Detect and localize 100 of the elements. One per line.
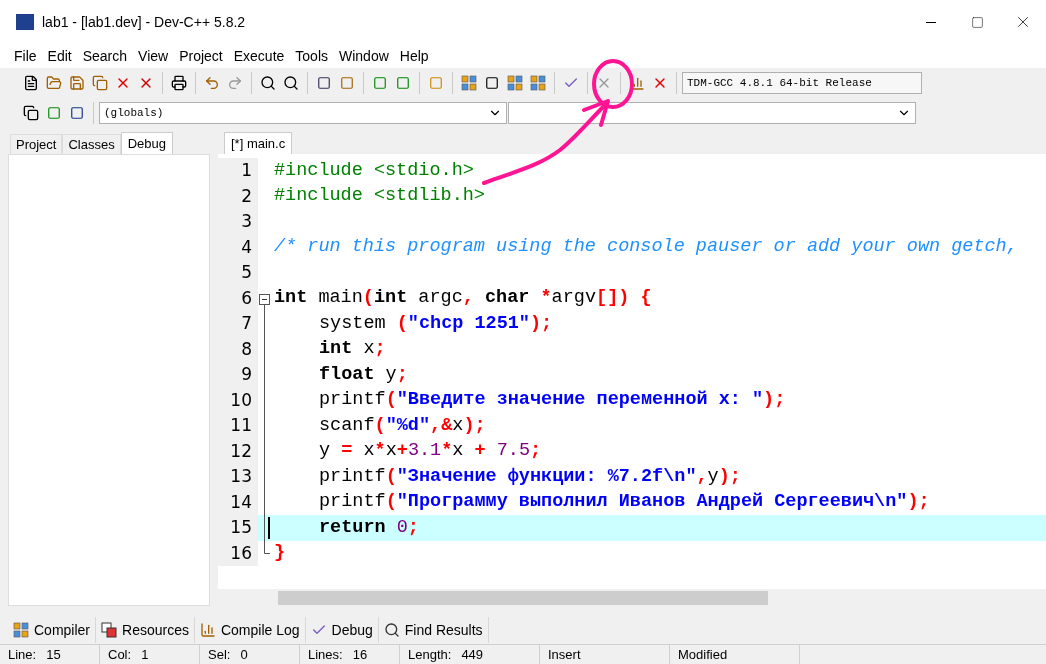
line-number: 6 xyxy=(218,285,258,311)
code-line: #include <stdlib.h> xyxy=(273,184,485,209)
status-value: 16 xyxy=(352,645,368,664)
app-logo-icon xyxy=(16,14,34,30)
square-icon xyxy=(317,76,331,90)
line-number: 13 xyxy=(218,464,258,490)
menu-item[interactable]: Search xyxy=(82,45,128,67)
line-number: 5 xyxy=(218,260,258,286)
line-number: 9 xyxy=(218,362,258,388)
bottom-panel-tab[interactable]: Debug xyxy=(305,617,379,643)
line-number: 7 xyxy=(218,311,258,337)
bottom-panel-tab[interactable]: Resources xyxy=(96,617,195,643)
code-line: return 0; xyxy=(318,515,419,540)
code-line: scanf("%d",&x); xyxy=(318,413,486,438)
search-icon xyxy=(283,75,299,91)
code-line: float y; xyxy=(318,362,408,387)
grid-icon xyxy=(461,75,477,91)
menu-item[interactable]: Window xyxy=(339,45,389,67)
printer-icon xyxy=(171,75,187,91)
bar-chart-icon xyxy=(199,622,216,638)
line-number: 11 xyxy=(218,413,258,439)
square-icon xyxy=(429,76,443,90)
window-title: lab1 - [lab1.dev] - Dev-C++ 5.8.2 xyxy=(42,12,246,32)
code-line: y = x*x+3.1*x + 7.5; xyxy=(318,439,542,464)
code-line: printf("Значение функции: %7.2f\n",y); xyxy=(318,464,741,489)
line-number: 16 xyxy=(218,540,258,566)
code-line: int main(int argc, char *argv[]) { xyxy=(273,286,652,311)
windows-icon xyxy=(101,622,117,638)
rebuild-button[interactable] xyxy=(527,72,549,94)
window-icon xyxy=(485,76,499,90)
line-number: 4 xyxy=(218,234,258,260)
redo-icon xyxy=(227,75,243,91)
menu-item[interactable]: Project xyxy=(179,45,223,67)
page-icon xyxy=(23,75,39,91)
compile-run-button[interactable] xyxy=(504,72,526,94)
compile-button[interactable] xyxy=(458,72,480,94)
bottom-panel-tab[interactable]: Compiler xyxy=(8,617,96,643)
minimize-icon xyxy=(926,21,936,23)
code-line: system ("chcp 1251"); xyxy=(318,311,553,336)
status-value: Insert xyxy=(548,645,581,664)
status-label: Lines: xyxy=(308,645,343,664)
compiler-select[interactable]: TDM-GCC 4.8.1 64-bit Release xyxy=(682,72,922,94)
code-line: int x; xyxy=(318,337,386,362)
line-number: 14 xyxy=(218,489,258,515)
fold-end-line xyxy=(263,540,270,554)
menu-item[interactable]: Help xyxy=(399,45,429,67)
status-label: Col: xyxy=(108,645,132,664)
copy-icon xyxy=(23,105,39,121)
status-value: 15 xyxy=(46,645,61,664)
folder-icon xyxy=(46,75,62,91)
bottom-panel-tab[interactable]: Compile Log xyxy=(194,617,306,643)
horizontal-scrollbar[interactable] xyxy=(218,589,1046,606)
line-number: 3 xyxy=(218,209,258,235)
square-icon xyxy=(373,76,387,90)
menu-item[interactable]: Execute xyxy=(233,45,285,67)
grid-icon xyxy=(530,75,546,91)
status-label: Length: xyxy=(408,645,452,664)
search-icon xyxy=(383,622,400,638)
menu-item[interactable]: File xyxy=(14,45,37,67)
status-label: Sel: xyxy=(208,645,231,664)
scope-select[interactable]: (globals) xyxy=(99,102,507,124)
square-icon xyxy=(340,76,354,90)
status-value: 1 xyxy=(141,645,149,664)
code-line: /* run this program using the console pauser or add your own getch, xyxy=(273,235,1018,260)
menu-item[interactable]: Edit xyxy=(47,45,72,67)
undo-icon xyxy=(204,75,220,91)
line-number: 2 xyxy=(218,183,258,209)
line-number: 10 xyxy=(218,387,258,413)
editor-tab[interactable]: [*] main.c xyxy=(224,132,293,154)
fold-toggle-icon[interactable] xyxy=(258,294,270,311)
line-number: 12 xyxy=(218,438,258,464)
panel-tab[interactable]: Classes xyxy=(62,134,121,154)
menu-item[interactable]: Tools xyxy=(295,45,328,67)
status-value: 449 xyxy=(461,645,484,664)
panel-tab[interactable]: Debug xyxy=(120,132,174,154)
grid-icon xyxy=(507,75,523,91)
maximize-icon xyxy=(970,15,984,29)
square-icon xyxy=(47,106,61,120)
member-select[interactable] xyxy=(508,102,916,124)
status-value: 0 xyxy=(240,645,248,664)
scrollbar-thumb[interactable] xyxy=(278,590,768,605)
bottom-panel-tab[interactable]: Find Results xyxy=(378,617,489,643)
square-icon xyxy=(396,76,410,90)
status-label: Line: xyxy=(8,645,37,664)
text-cursor xyxy=(268,516,270,539)
panel-tab[interactable]: Project xyxy=(10,134,63,154)
highlight-circle xyxy=(592,59,634,109)
line-number: 15 xyxy=(218,515,258,541)
code-line: #include <stdio.h> xyxy=(273,158,474,183)
line-number: 1 xyxy=(218,158,258,184)
code-line: printf("Программу выполнил Иванов Андрей Сергеевич\n"); xyxy=(318,490,930,515)
grid-icon xyxy=(13,622,29,638)
code-line: } xyxy=(273,541,286,566)
copy-icon xyxy=(92,75,108,91)
status-value: Modified xyxy=(678,645,728,664)
line-number: 8 xyxy=(218,336,258,362)
menu-item[interactable]: View xyxy=(138,45,169,67)
search-icon xyxy=(260,75,276,91)
code-line: printf("Введите значение переменной x: "); xyxy=(318,388,786,413)
save-icon xyxy=(69,75,85,91)
